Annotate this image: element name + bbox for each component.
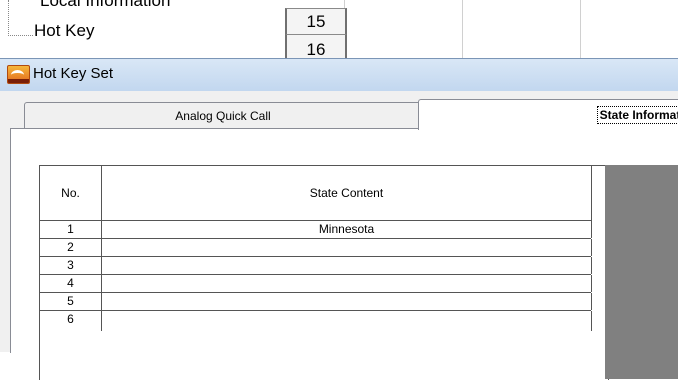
- state-content-cell[interactable]: [102, 257, 592, 274]
- background-tree-panel: Local Information Hot Key: [0, 0, 270, 58]
- row-number-cell: 6: [40, 311, 102, 331]
- tree-connector-line: [8, 0, 9, 30]
- row-number-cell: 2: [40, 239, 102, 256]
- column-header-no: No.: [40, 166, 102, 221]
- tree-item-hot-key[interactable]: Hot Key: [34, 21, 94, 41]
- grid-row-number: 16: [285, 34, 347, 59]
- state-content-cell[interactable]: [102, 293, 592, 310]
- table-row[interactable]: 4: [40, 275, 592, 293]
- hot-key-set-dialog: Hot Key Set Analog Quick Call State Info…: [0, 58, 678, 380]
- tab-panel-state-information: No. State Content 1 Minnesota 2 3 4 5 6: [10, 128, 678, 380]
- table-row[interactable]: 1 Minnesota: [40, 221, 592, 239]
- dialog-titlebar[interactable]: Hot Key Set: [0, 58, 678, 91]
- tab-state-information-label: State Information: [596, 106, 678, 124]
- dialog-title: Hot Key Set: [33, 65, 114, 82]
- state-content-table: No. State Content 1 Minnesota 2 3 4 5 6: [39, 165, 609, 380]
- state-content-cell[interactable]: [102, 311, 592, 331]
- row-number-cell: 1: [40, 221, 102, 238]
- row-number-cell: 5: [40, 293, 102, 310]
- table-row[interactable]: 2: [40, 239, 592, 257]
- table-row[interactable]: 5: [40, 293, 592, 311]
- tab-analog-quick-call[interactable]: Analog Quick Call: [24, 102, 422, 129]
- state-content-cell[interactable]: Minnesota: [102, 221, 592, 238]
- tab-control: Analog Quick Call State Information No. …: [10, 99, 678, 380]
- tab-state-information[interactable]: State Information: [418, 99, 678, 130]
- grid-column-line: [580, 0, 581, 58]
- table-row[interactable]: 6: [40, 311, 592, 331]
- column-header-state-content: State Content: [102, 166, 592, 221]
- grid-column-line: [462, 0, 463, 58]
- state-content-cell[interactable]: [102, 239, 592, 256]
- grid-row-number: 15: [285, 8, 347, 36]
- row-number-cell: 4: [40, 275, 102, 292]
- tree-connector-branch: [8, 29, 33, 36]
- grid-empty-area: [605, 165, 678, 379]
- row-number-cell: 3: [40, 257, 102, 274]
- app-logo-icon: [7, 65, 30, 84]
- tree-item-local-information[interactable]: Local Information: [40, 0, 170, 11]
- table-row[interactable]: 3: [40, 257, 592, 275]
- state-content-cell[interactable]: [102, 275, 592, 292]
